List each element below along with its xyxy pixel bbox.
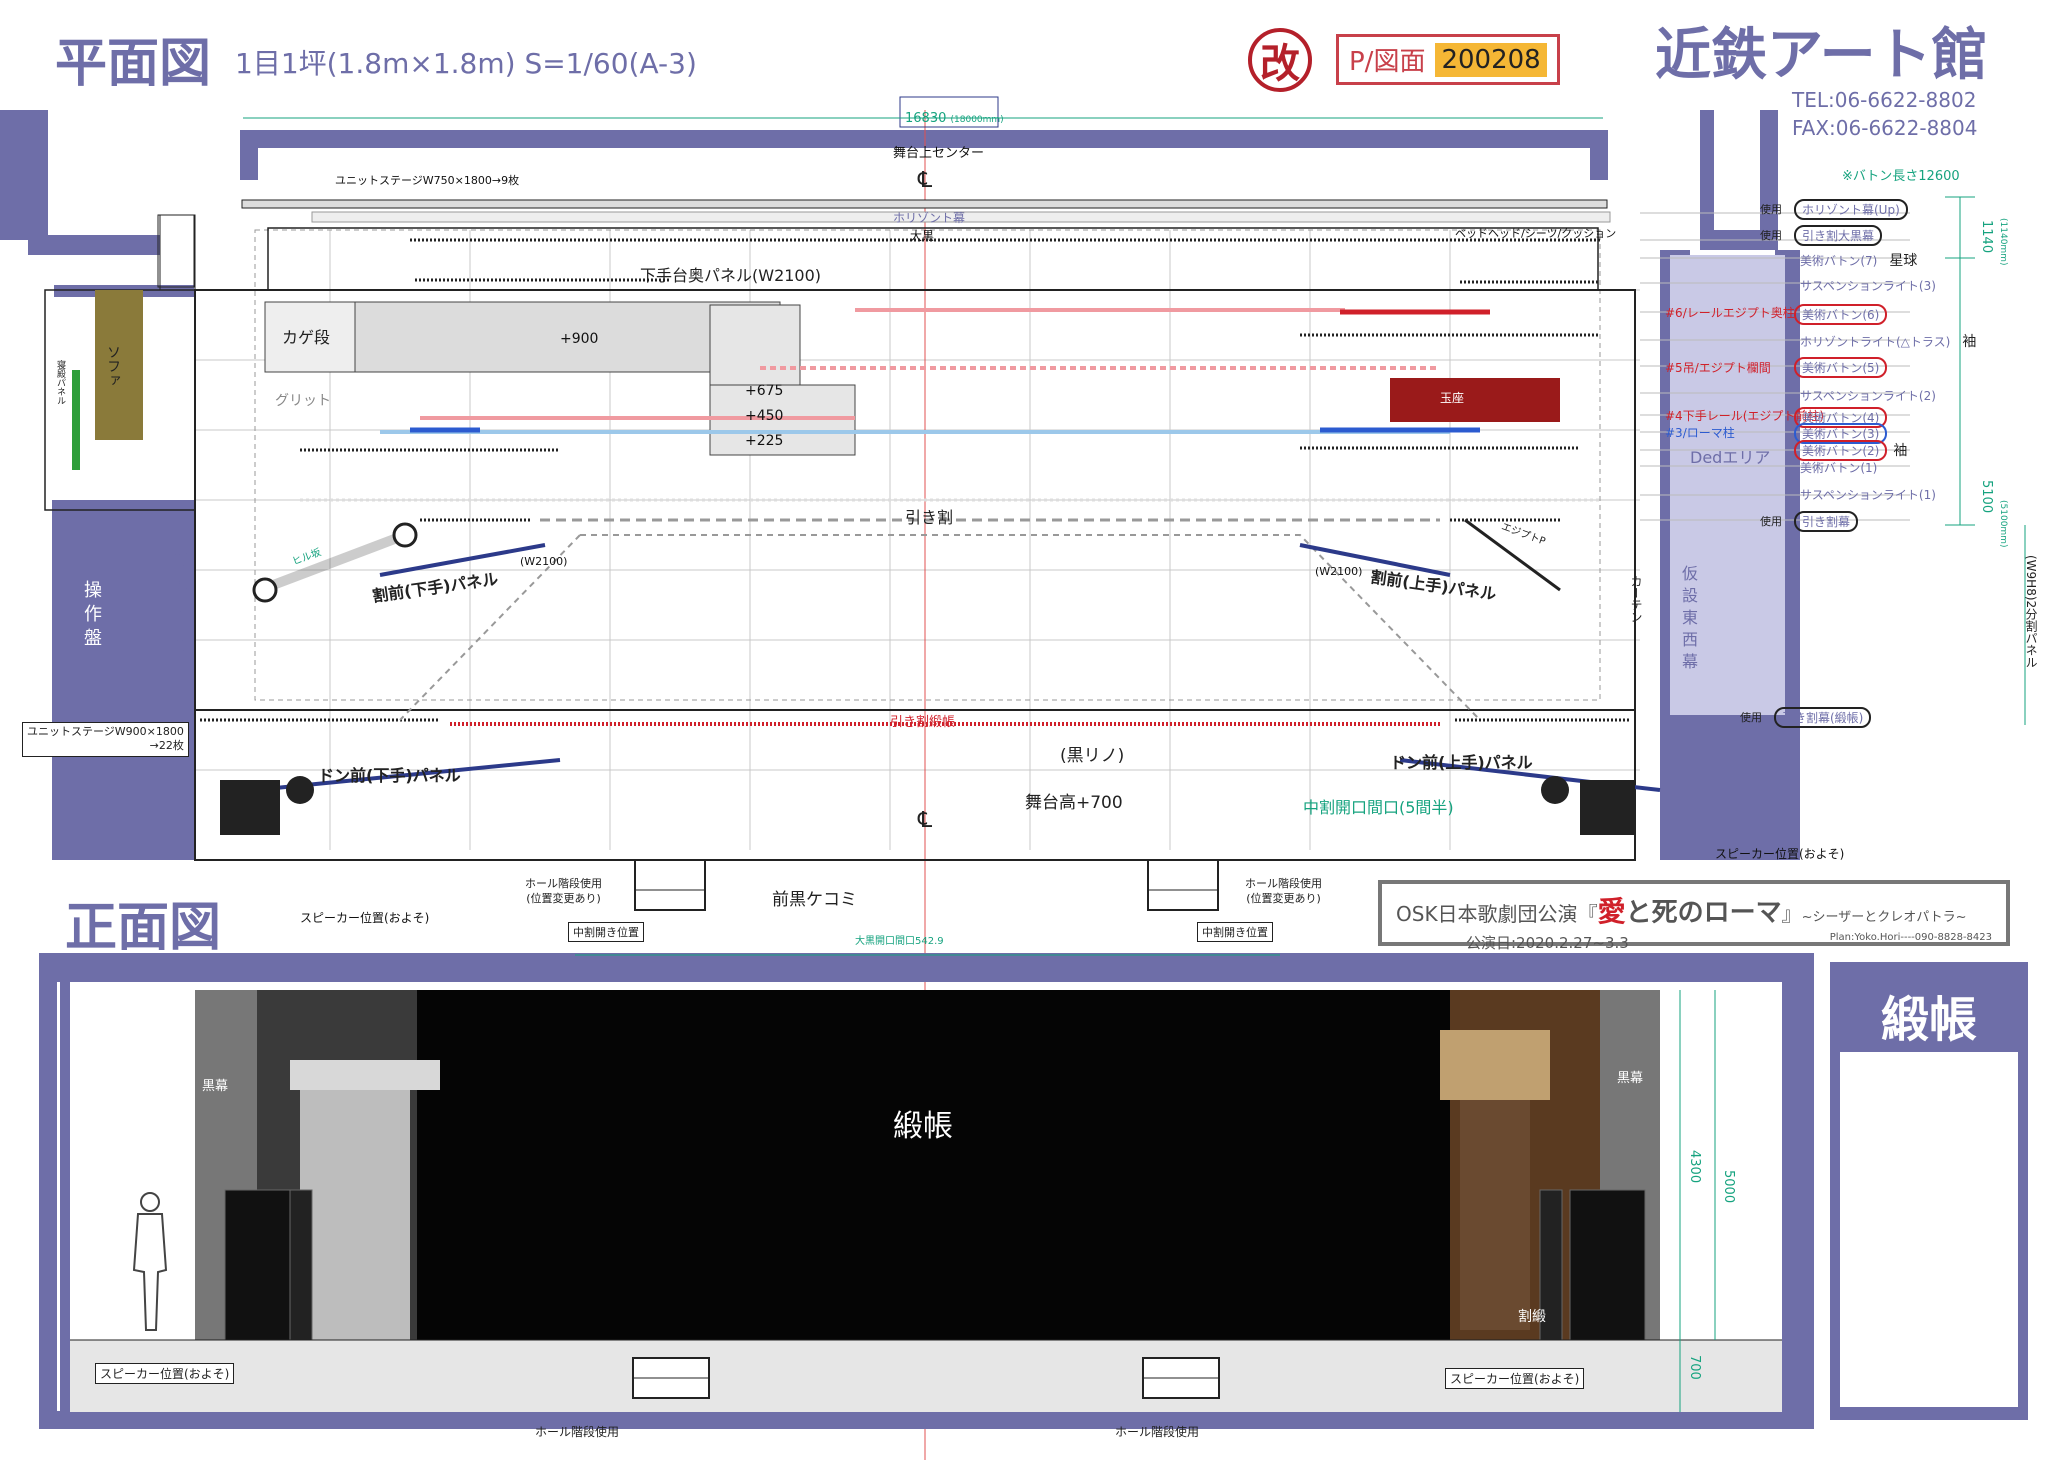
hall-stairs-right-elev: ホール階段使用 [1115, 1425, 1200, 1439]
show-dates: 公演日:2020.2.27~3.3 [1466, 934, 1629, 952]
dim-700: 700 [1687, 1355, 1702, 1380]
elevation-drawing [39, 953, 1814, 1429]
kuromaku-right: 黒幕 [1617, 1071, 1644, 1086]
title-rest: と死のローマ [1625, 898, 1782, 928]
donchou-side-box: 緞帳 [1830, 962, 2028, 1420]
speaker-right-elev: スピーカー位置(およそ) [1445, 1368, 1585, 1389]
speaker-left-elev: スピーカー位置(およそ) [95, 1363, 235, 1384]
show-planner: Plan:Yoko.Hori----090-8828-8423 [1829, 932, 1992, 943]
dim-4300: 4300 [1687, 1150, 1702, 1184]
donchou-side-title: 緞帳 [1880, 992, 1977, 1048]
naka-left: 中割開き位置 [568, 922, 644, 942]
donchou-label: 緞帳 [893, 1109, 953, 1144]
show-subtitle: ~シーザーとクレオパトラ~ [1801, 910, 1967, 925]
human-figure [132, 1192, 168, 1331]
donchou-swatch [1840, 1052, 2018, 1407]
hall-stairs-left-elev: ホール階段使用 [535, 1425, 620, 1439]
ookuro-open: 大黒開口間口542.9 [855, 936, 944, 947]
company-name: OSK日本歌劇団公演 [1396, 902, 1578, 926]
dim-5000: 5000 [1721, 1170, 1736, 1204]
title-ai: 愛 [1597, 895, 1626, 928]
show-title-box: OSK日本歌劇団公演『愛と死のローマ』~シーザーとクレオパトラ~ 公演日:202… [1378, 880, 2010, 952]
kuromaku-left: 黒幕 [202, 1079, 229, 1094]
warichou-label: 割緞 [1518, 1309, 1546, 1325]
naka-right: 中割開き位置 [1197, 922, 1273, 942]
